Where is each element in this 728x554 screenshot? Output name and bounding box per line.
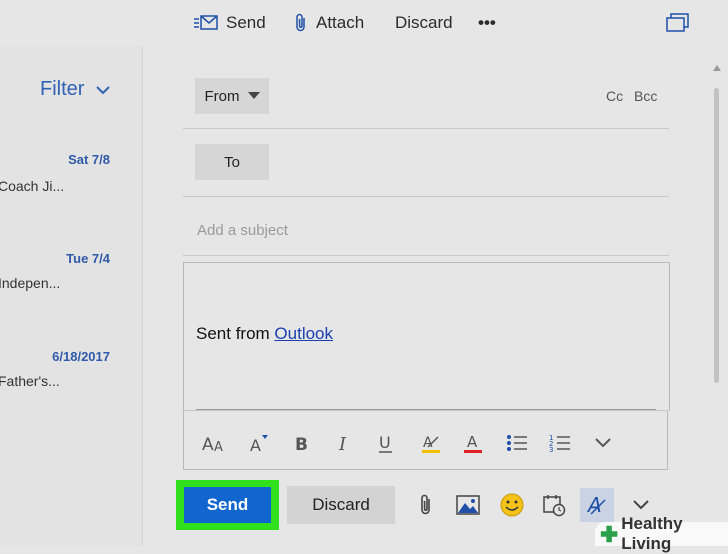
svg-text:A: A <box>250 436 261 454</box>
filter-button[interactable]: Filter <box>40 78 111 101</box>
mail-item-date: Tue 7/4 <box>66 251 110 266</box>
text-grow-icon[interactable]: A <box>244 429 274 457</box>
cc-link[interactable]: Cc <box>606 88 623 104</box>
font-color-icon[interactable]: A <box>458 429 488 457</box>
toolbar-discard-button[interactable]: Discard <box>395 0 453 46</box>
caret-down-icon <box>247 92 260 99</box>
top-toolbar: Send Attach Discard ••• <box>0 0 728 46</box>
scroll-up-icon[interactable] <box>712 64 722 72</box>
toolbar-send-button[interactable]: Send <box>194 0 266 46</box>
emoji-icon[interactable] <box>495 488 529 522</box>
divider <box>183 196 669 197</box>
divider <box>183 255 669 256</box>
to-label: To <box>224 153 240 171</box>
formatting-toolbar: AA A B I U A A 123 <box>183 410 668 470</box>
schedule-calendar-icon[interactable] <box>537 488 571 522</box>
outlook-link[interactable]: Outlook <box>274 324 333 343</box>
subject-input[interactable]: Add a subject <box>197 222 288 239</box>
scroll-thumb[interactable] <box>714 88 719 383</box>
more-icon: ••• <box>478 13 496 32</box>
plus-logo-icon <box>600 525 618 543</box>
svg-text:A: A <box>214 440 223 453</box>
highlight-icon[interactable]: A <box>416 429 446 457</box>
svg-text:U: U <box>379 433 391 452</box>
signature-text: Sent from <box>196 324 275 343</box>
mail-item-snippet[interactable]: Indepen... <box>0 275 60 291</box>
from-label: From <box>204 87 240 105</box>
send-button[interactable]: Send <box>184 487 271 523</box>
from-dropdown[interactable]: From <box>195 78 269 114</box>
divider <box>183 128 669 129</box>
mail-list-pane: Filter Sat 7/8 Coach Ji... Tue 7/4 Indep… <box>0 46 143 546</box>
scrollbar[interactable] <box>710 64 722 546</box>
font-size-icon[interactable]: AA <box>200 429 230 457</box>
bold-icon[interactable]: B <box>287 429 317 457</box>
healthy-living-logo: Healthy Living <box>595 514 728 553</box>
message-body-text[interactable]: Sent from Outlook <box>196 324 333 344</box>
popout-button[interactable] <box>666 0 698 46</box>
toolbar-attach-label: Attach <box>316 13 365 32</box>
discard-button[interactable]: Discard <box>287 486 395 524</box>
underline-icon[interactable]: U <box>371 429 401 457</box>
insert-picture-icon[interactable] <box>451 488 485 522</box>
toolbar-discard-label: Discard <box>395 13 453 32</box>
mail-item-date: 6/18/2017 <box>52 349 110 364</box>
send-icon <box>194 15 218 30</box>
more-options-button[interactable]: ••• <box>478 0 496 46</box>
numbered-list-icon[interactable]: 123 <box>545 429 575 457</box>
svg-text:A: A <box>202 435 214 453</box>
paperclip-icon <box>296 13 305 32</box>
svg-text:3: 3 <box>549 446 553 453</box>
to-button[interactable]: To <box>195 144 269 180</box>
filter-label: Filter <box>40 78 85 100</box>
mail-item-snippet[interactable]: Father's... <box>0 373 60 389</box>
chevron-down-icon <box>96 85 111 94</box>
italic-icon[interactable]: I <box>329 429 359 457</box>
mail-item-snippet[interactable]: Coach Ji... <box>0 178 64 194</box>
attach-file-icon[interactable] <box>409 488 443 522</box>
watermark-text: Healthy Living <box>621 514 683 553</box>
bcc-link[interactable]: Bcc <box>634 88 657 104</box>
bullet-list-icon[interactable] <box>502 429 532 457</box>
toolbar-attach-button[interactable]: Attach <box>294 0 364 46</box>
svg-text:I: I <box>338 434 347 453</box>
popout-window-icon <box>666 13 689 32</box>
svg-text:B: B <box>295 435 308 453</box>
chevron-down-icon[interactable] <box>588 429 618 457</box>
format-text-icon[interactable]: A <box>580 488 614 522</box>
svg-text:A: A <box>467 433 478 451</box>
mail-item-date: Sat 7/8 <box>68 152 110 167</box>
toolbar-send-label: Send <box>226 13 266 32</box>
